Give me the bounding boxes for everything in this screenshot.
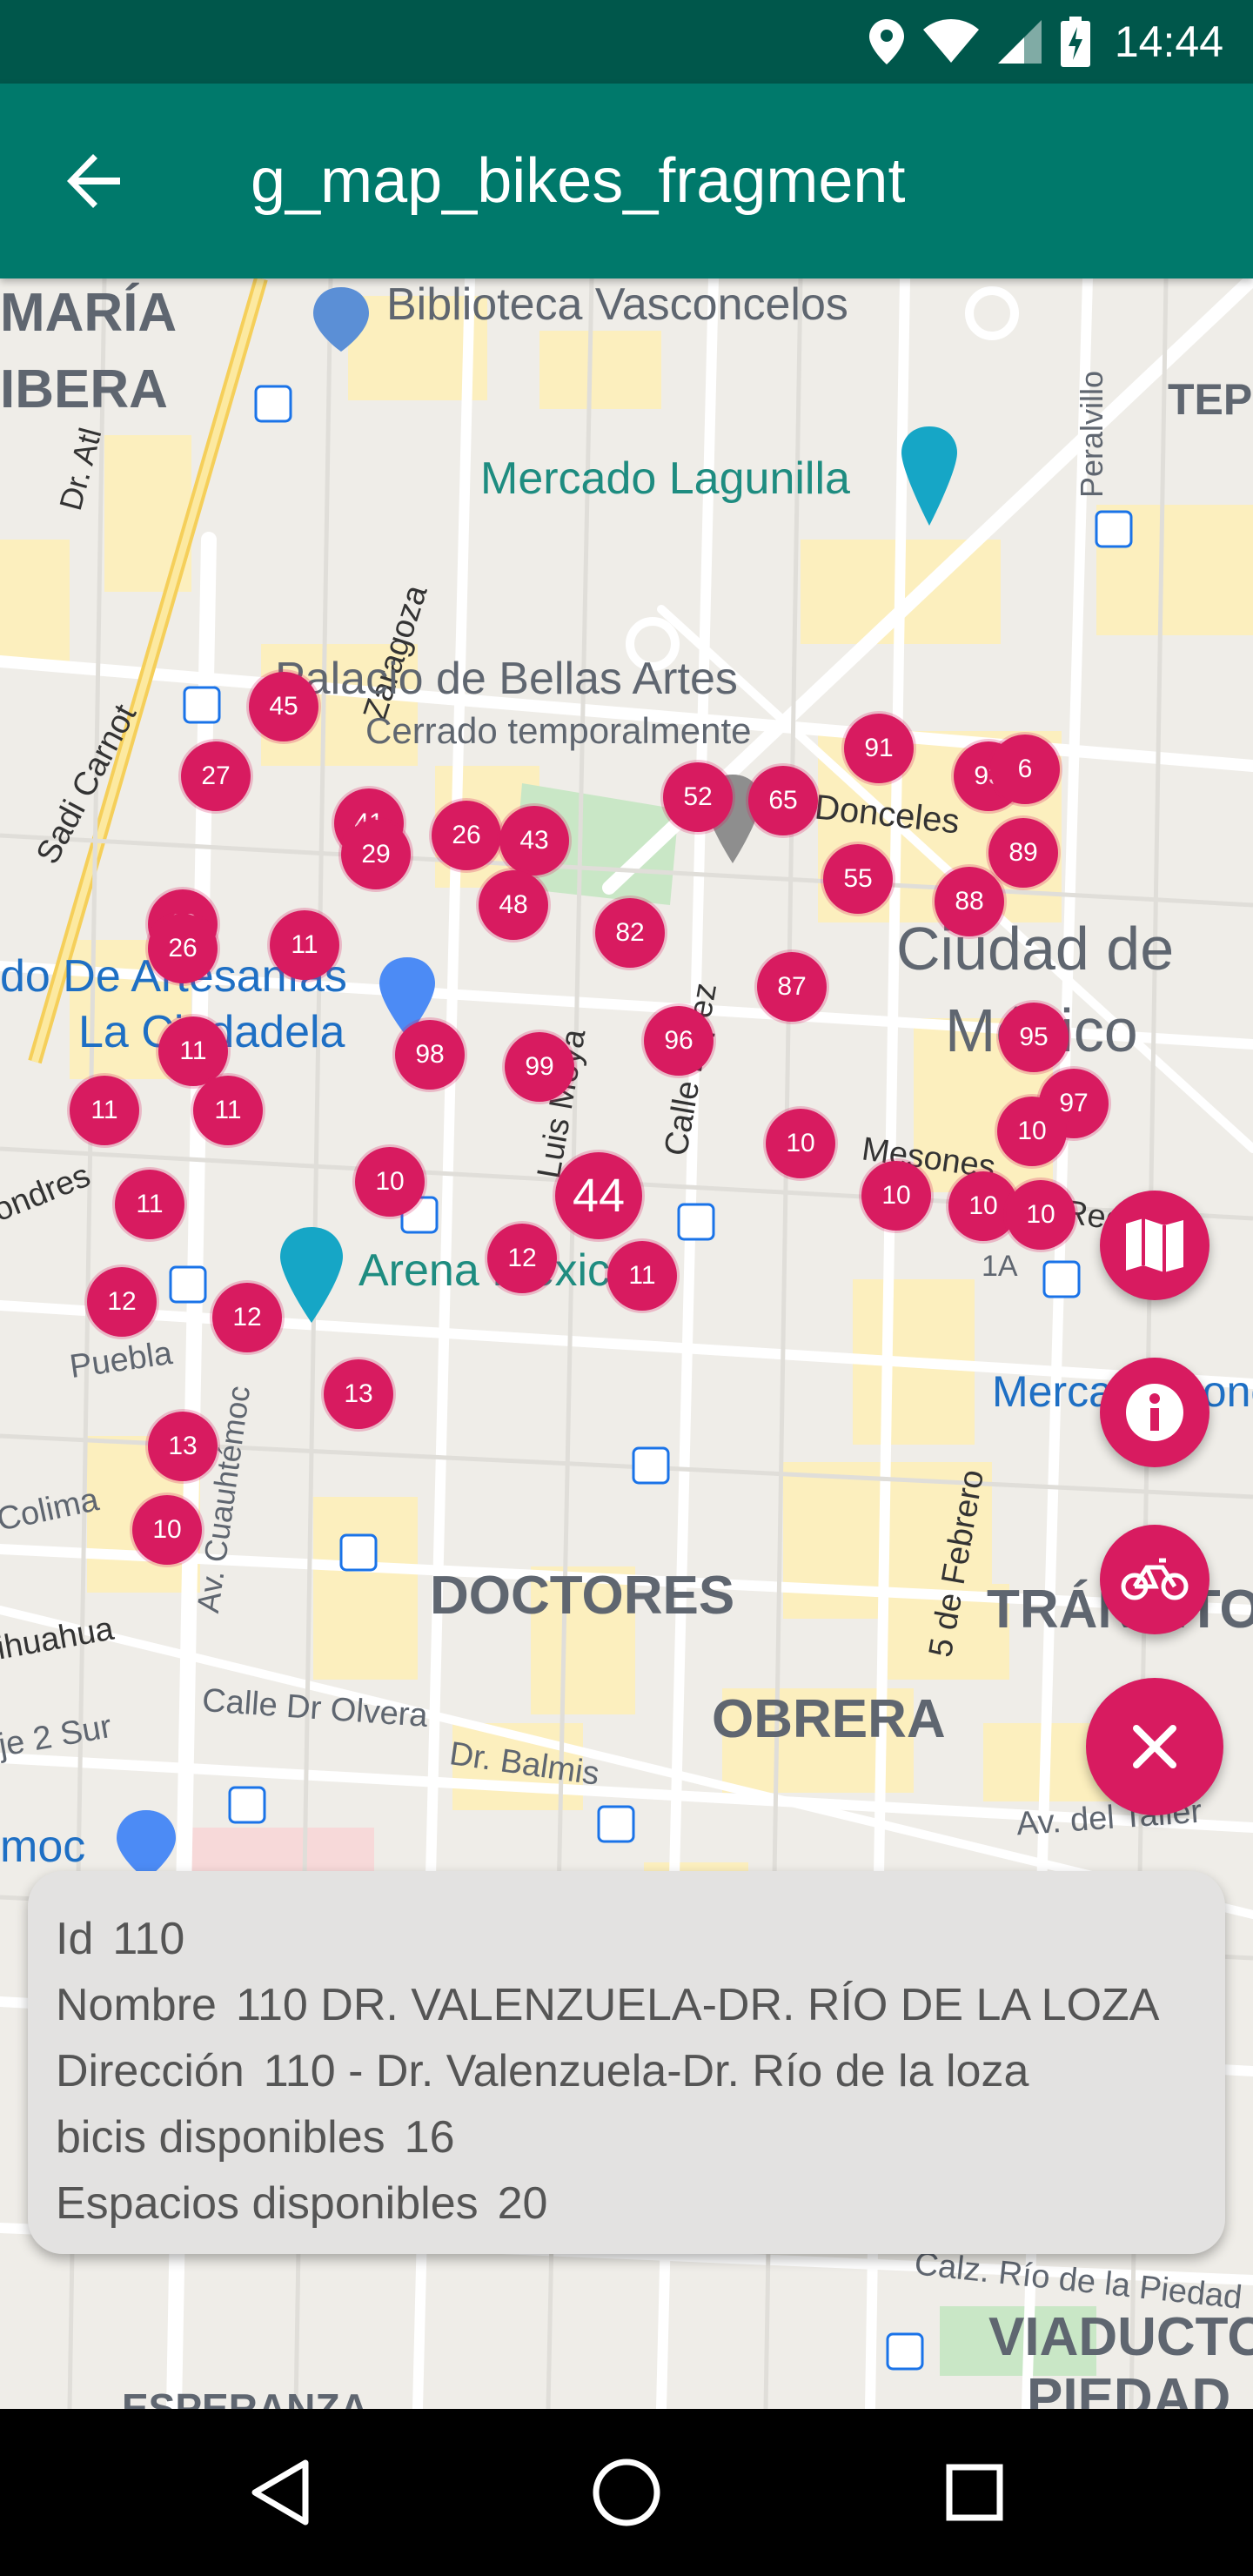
bike-station-cluster[interactable]: 10 [766, 1109, 835, 1178]
nav-back-button[interactable] [228, 2440, 332, 2545]
back-triangle-icon [251, 2459, 309, 2526]
bike-station-cluster[interactable]: 29 [341, 820, 411, 889]
info-row-bicis: bicis disponibles 16 [56, 2104, 1225, 2170]
map-label: moc [0, 1821, 86, 1872]
info-row-id: Id 110 [56, 1906, 1225, 1972]
map-label: VIADUCTO [988, 2307, 1253, 2367]
app-bar: g_map_bikes_fragment [0, 84, 1253, 278]
status-time: 14:44 [1114, 17, 1223, 66]
bike-station-cluster[interactable]: 12 [87, 1267, 157, 1337]
camera-pin-icon [901, 426, 957, 526]
map-label: 1A [982, 1250, 1018, 1283]
location-icon [868, 19, 904, 64]
bike-station-cluster[interactable]: 55 [823, 844, 893, 914]
bike-station-cluster[interactable]: 12 [487, 1224, 557, 1293]
nav-recents-button[interactable] [922, 2440, 1027, 2545]
map-label: Cerrado temporalmente [365, 710, 752, 751]
bike-station-cluster[interactable]: 11 [193, 1076, 263, 1145]
home-circle-icon [593, 2459, 660, 2526]
info-value: 16 [404, 2112, 455, 2163]
bike-station-cluster[interactable]: 27 [181, 741, 251, 811]
bike-station-cluster[interactable]: 91 [844, 714, 914, 783]
map-label: Mercado Lagunilla [480, 453, 850, 504]
bike-station-cluster[interactable]: 10 [1006, 1180, 1075, 1250]
signal-icon [997, 20, 1042, 64]
bike-station-cluster[interactable]: 6 [990, 735, 1060, 804]
bike-station-cluster[interactable]: 11 [70, 1076, 139, 1145]
bike-station-cluster[interactable]: 45 [249, 672, 318, 741]
back-button[interactable] [45, 132, 143, 230]
bike-station-cluster[interactable]: 95 [999, 1003, 1069, 1072]
map-icon [1126, 1218, 1183, 1272]
info-value: 110 - Dr. Valenzuela-Dr. Río de la loza [263, 2046, 1029, 2096]
map-label: ESPERANZA [122, 2385, 369, 2409]
info-label: Id [56, 1914, 94, 1964]
map-label: PIEDAD [1027, 2368, 1231, 2409]
info-icon [1126, 1384, 1183, 1441]
map-label: IBERA [0, 359, 168, 419]
info-label: Espacios disponibles [56, 2178, 479, 2229]
bike-station-cluster[interactable]: 10 [997, 1097, 1067, 1166]
bike-station-cluster[interactable]: 48 [479, 870, 548, 940]
info-value: 110 DR. VALENZUELA-DR. RÍO DE LA LOZA [235, 1980, 1160, 2030]
bike-station-cluster[interactable]: 52 [663, 762, 733, 832]
bike-station-cluster[interactable]: 89 [988, 818, 1058, 888]
map-label: Ciudad de [896, 915, 1175, 983]
bike-station-cluster[interactable]: 11 [158, 1016, 228, 1086]
bike-station-cluster[interactable]: 99 [505, 1032, 574, 1102]
info-row-espacios: Espacios disponibles 20 [56, 2170, 1225, 2237]
bike-station-cluster[interactable]: 88 [935, 867, 1004, 936]
bike-station-cluster[interactable]: 43 [499, 806, 569, 875]
bike-station-cluster[interactable]: 87 [757, 952, 827, 1022]
station-info-card[interactable]: Id 110 Nombre 110 DR. VALENZUELA-DR. RÍO D… [28, 1871, 1225, 2254]
info-row-direccion: Dirección 110 - Dr. Valenzuela-Dr. Río de… [56, 2038, 1225, 2104]
info-value: 20 [497, 2178, 548, 2229]
page-title: g_map_bikes_fragment [251, 146, 906, 216]
arena-pin-icon [280, 1227, 343, 1323]
bike-station-cluster[interactable]: 11 [270, 910, 339, 980]
arrow-back-icon [67, 154, 120, 208]
bike-station-cluster[interactable]: 26 [432, 801, 501, 870]
map-label: TEP [1168, 375, 1253, 424]
map-label: Peralvillo [1074, 370, 1109, 498]
bike-station-cluster[interactable]: 26 [148, 914, 218, 983]
bike-station-cluster[interactable]: 12 [212, 1283, 282, 1352]
shopping-bag-pin-icon [117, 1810, 176, 1880]
bike-station-cluster[interactable]: 65 [748, 766, 818, 835]
map-button[interactable] [1100, 1191, 1209, 1300]
recents-square-icon [946, 2464, 1003, 2521]
close-button[interactable] [1086, 1678, 1223, 1815]
bike-station-cluster[interactable]: 13 [324, 1359, 393, 1429]
bike-icon [1121, 1558, 1189, 1600]
map-label: Palacio de Bellas Artes [275, 654, 738, 704]
nav-home-button[interactable] [574, 2440, 679, 2545]
bike-station-cluster[interactable]: 13 [148, 1412, 218, 1481]
navigation-bar [0, 2409, 1253, 2576]
bike-station-cluster[interactable]: 10 [355, 1147, 425, 1217]
bike-button[interactable] [1100, 1525, 1209, 1634]
map-label: MARÍA [0, 283, 178, 343]
bike-station-cluster[interactable]: 10 [132, 1495, 202, 1565]
bike-station-cluster[interactable]: 11 [607, 1241, 677, 1311]
map-label: DOCTORES [430, 1566, 735, 1626]
bike-station-cluster[interactable]: 96 [644, 1006, 714, 1076]
info-label: Nombre [56, 1980, 217, 2030]
bike-station-cluster[interactable]: 44 [555, 1152, 642, 1239]
bike-station-cluster[interactable]: 98 [395, 1020, 465, 1090]
bike-station-cluster[interactable]: 11 [115, 1170, 184, 1239]
info-label: Dirección [56, 2046, 245, 2096]
info-value: 110 [112, 1914, 185, 1964]
close-icon [1133, 1725, 1176, 1768]
wifi-icon [922, 19, 979, 63]
info-row-nombre: Nombre 110 DR. VALENZUELA-DR. RÍO DE LA L… [56, 1972, 1225, 2038]
bike-station-cluster[interactable]: 82 [595, 898, 665, 968]
info-label: bicis disponibles [56, 2112, 385, 2163]
battery-charging-icon [1060, 17, 1090, 67]
status-bar: 14:44 [0, 0, 1253, 84]
info-button[interactable] [1100, 1358, 1209, 1467]
bike-station-cluster[interactable]: 10 [861, 1161, 931, 1231]
map-label: Biblioteca Vasconcelos [386, 279, 848, 330]
map-label: OBRERA [712, 1689, 946, 1749]
